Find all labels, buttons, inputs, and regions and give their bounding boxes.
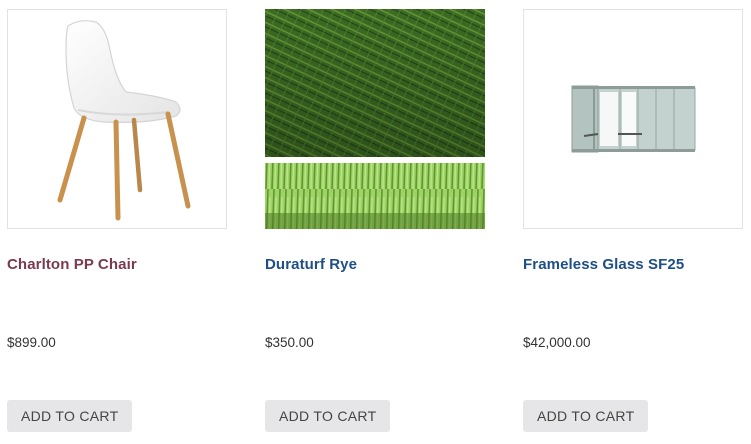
white-chair-image xyxy=(57,20,191,221)
product-image-link[interactable] xyxy=(7,9,227,229)
product-card: Duraturf Rye $350.00 ADD TO CART xyxy=(265,0,487,444)
product-card: Frameless Glass SF25 $42,000.00 ADD TO C… xyxy=(523,0,745,444)
add-to-cart-button[interactable]: ADD TO CART xyxy=(7,400,133,432)
product-title[interactable]: Duraturf Rye xyxy=(265,256,357,273)
product-card: Charlton PP Chair $899.00 ADD TO CART xyxy=(7,0,229,444)
artificial-grass-image xyxy=(265,9,485,229)
product-image-link[interactable] xyxy=(523,9,743,229)
product-price: $350.00 xyxy=(265,335,314,350)
product-image-link[interactable] xyxy=(265,9,485,229)
product-grid: Charlton PP Chair $899.00 ADD TO CART Du… xyxy=(0,0,751,444)
add-to-cart-button[interactable]: ADD TO CART xyxy=(265,400,391,432)
product-title[interactable]: Charlton PP Chair xyxy=(7,256,137,273)
product-price: $899.00 xyxy=(7,335,56,350)
add-to-cart-button[interactable]: ADD TO CART xyxy=(523,400,649,432)
product-title[interactable]: Frameless Glass SF25 xyxy=(523,256,684,273)
glass-door-image xyxy=(571,85,696,153)
product-price: $42,000.00 xyxy=(523,335,591,350)
